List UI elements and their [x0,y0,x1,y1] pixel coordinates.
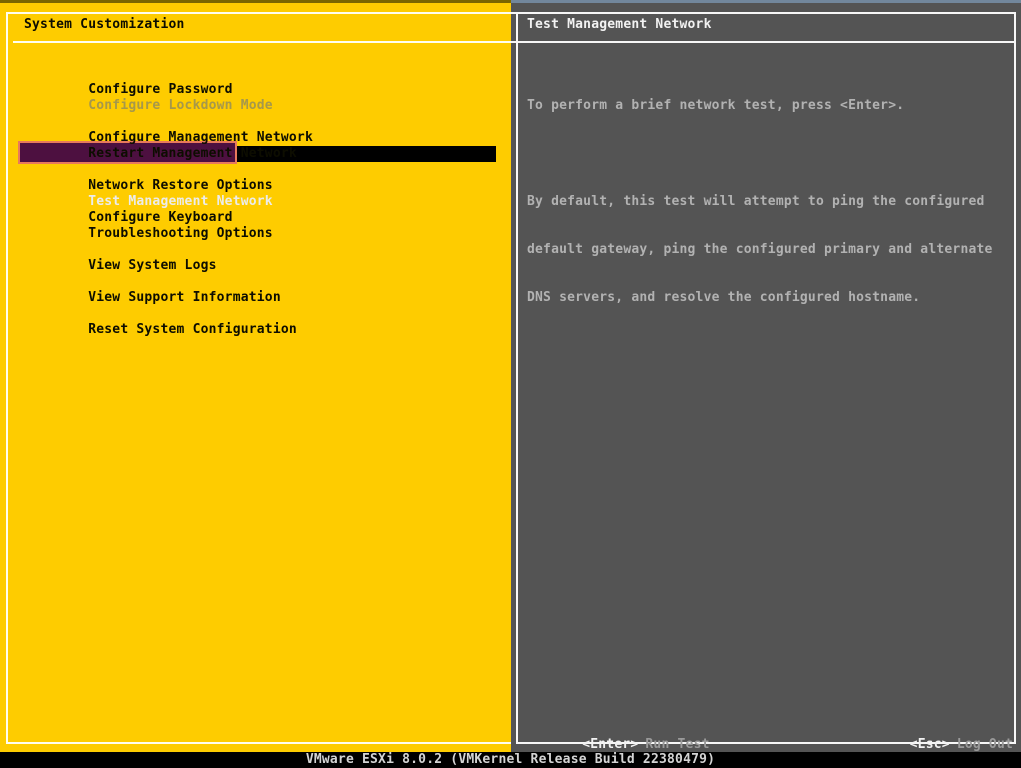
esc-key-hint: <Esc> [910,737,950,752]
menu-item-label: Reset System Configuration [88,322,297,337]
menu-item-label: Restart Management Network [88,146,297,161]
menu-spacer [0,258,511,274]
enter-key-hint: <Enter> [582,737,638,752]
dcui-screen: System Customization Configure Password … [0,0,1021,768]
description-line: DNS servers, and resolve the configured … [527,290,1011,306]
menu-item-network-restore-options[interactable]: Network Restore Options [0,162,511,178]
menu-item-label: Test Management Network [88,194,273,209]
menu-item-label: Configure Management Network [88,130,313,145]
left-panel-title: System Customization [24,17,185,33]
menu-item-label: View System Logs [88,258,216,273]
left-panel-top-edge [0,0,511,3]
system-customization-panel: System Customization Configure Password … [0,0,511,752]
menu-item-label: Configure Keyboard [88,210,232,225]
blank-line [527,146,1011,162]
intro-line: To perform a brief network test, press <… [527,98,1011,114]
right-panel-top-edge [511,0,1021,3]
menu-item-configure-management-network[interactable]: Configure Management Network [0,114,511,130]
menu-item-label: Configure Password [88,82,232,97]
left-panel-border-top [6,12,511,14]
menu-item-configure-lockdown-mode: Configure Lockdown Mode [0,82,511,98]
menu-item-label: View Support Information [88,290,281,305]
right-panel-border-left [516,12,518,744]
footer-bar: VMware ESXi 8.0.2 (VMKernel Release Buil… [0,752,1021,768]
menu-item-label: Configure Lockdown Mode [88,98,273,113]
right-panel-border-top [511,12,1016,14]
test-management-network-panel: Test Management Network To perform a bri… [511,0,1021,752]
menu-item-configure-password[interactable]: Configure Password [0,66,511,82]
description-line: default gateway, ping the configured pri… [527,242,1011,258]
menu-item-view-system-logs[interactable]: View System Logs [0,242,511,258]
menu-item-label: Troubleshooting Options [88,226,273,241]
system-customization-menu: Configure Password Configure Lockdown Mo… [0,66,511,322]
enter-action-label: Run Test [645,737,709,752]
esc-action-label: Log Out [957,737,1013,752]
description-line: By default, this test will attempt to pi… [527,194,1011,210]
menu-item-reset-system-configuration[interactable]: Reset System Configuration [0,306,511,322]
menu-item-view-support-information[interactable]: View Support Information [0,274,511,290]
right-panel-title: Test Management Network [527,17,712,33]
test-description: To perform a brief network test, press <… [527,66,1011,338]
left-panel-title-divider [13,41,511,43]
esxi-version-text: VMware ESXi 8.0.2 (VMKernel Release Buil… [306,752,715,767]
right-panel-border-right [1014,12,1016,744]
right-panel-title-divider [511,41,1016,43]
key-hints-bar: <Enter>Run Test <Esc>Log Out [518,721,1013,737]
menu-item-label: Network Restore Options [88,178,273,193]
left-panel-border-bottom [6,742,511,744]
menu-item-troubleshooting-options[interactable]: Troubleshooting Options [0,210,511,226]
